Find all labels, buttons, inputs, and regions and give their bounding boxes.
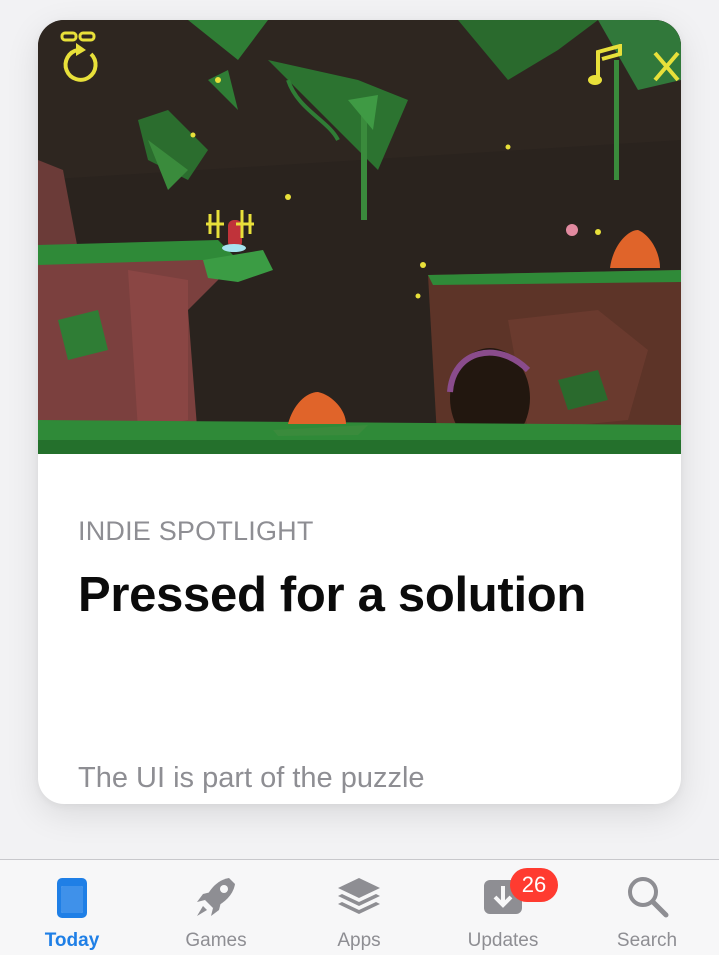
updates-count-badge: 26	[510, 868, 558, 902]
restart-icon[interactable]	[58, 30, 104, 86]
tab-label: Games	[185, 930, 247, 951]
tab-updates[interactable]: 26 Updates	[431, 860, 575, 955]
card-text-block: INDIE SPOTLIGHT Pressed for a solution T…	[78, 454, 651, 804]
tab-label: Apps	[337, 930, 381, 951]
magnifier-icon	[622, 872, 672, 922]
game-screenshot	[38, 20, 681, 454]
close-x-icon[interactable]	[652, 50, 681, 84]
today-screen: INDIE SPOTLIGHT Pressed for a solution T…	[0, 0, 719, 955]
tab-label: Today	[44, 930, 100, 951]
music-note-icon[interactable]	[586, 44, 626, 88]
tab-search[interactable]: Search	[575, 860, 719, 955]
card-title: Pressed for a solution	[78, 568, 587, 622]
tab-games[interactable]: Games	[144, 860, 288, 955]
story-card-indie-spotlight[interactable]: INDIE SPOTLIGHT Pressed for a solution T…	[38, 20, 681, 804]
today-card-icon	[47, 872, 97, 922]
rocket-icon	[191, 872, 241, 922]
card-subtitle: The UI is part of the puzzle	[78, 762, 425, 794]
tab-label: Search	[616, 930, 678, 951]
card-eyebrow: INDIE SPOTLIGHT	[78, 516, 314, 546]
tab-apps[interactable]: Apps	[287, 860, 431, 955]
tab-today[interactable]: Today	[0, 860, 144, 955]
tab-label: Updates	[467, 930, 539, 951]
layers-stack-icon	[334, 872, 384, 922]
download-tray-icon: 26	[478, 868, 558, 922]
tab-bar: Today Games Apps 26 Updates Search	[0, 859, 719, 955]
